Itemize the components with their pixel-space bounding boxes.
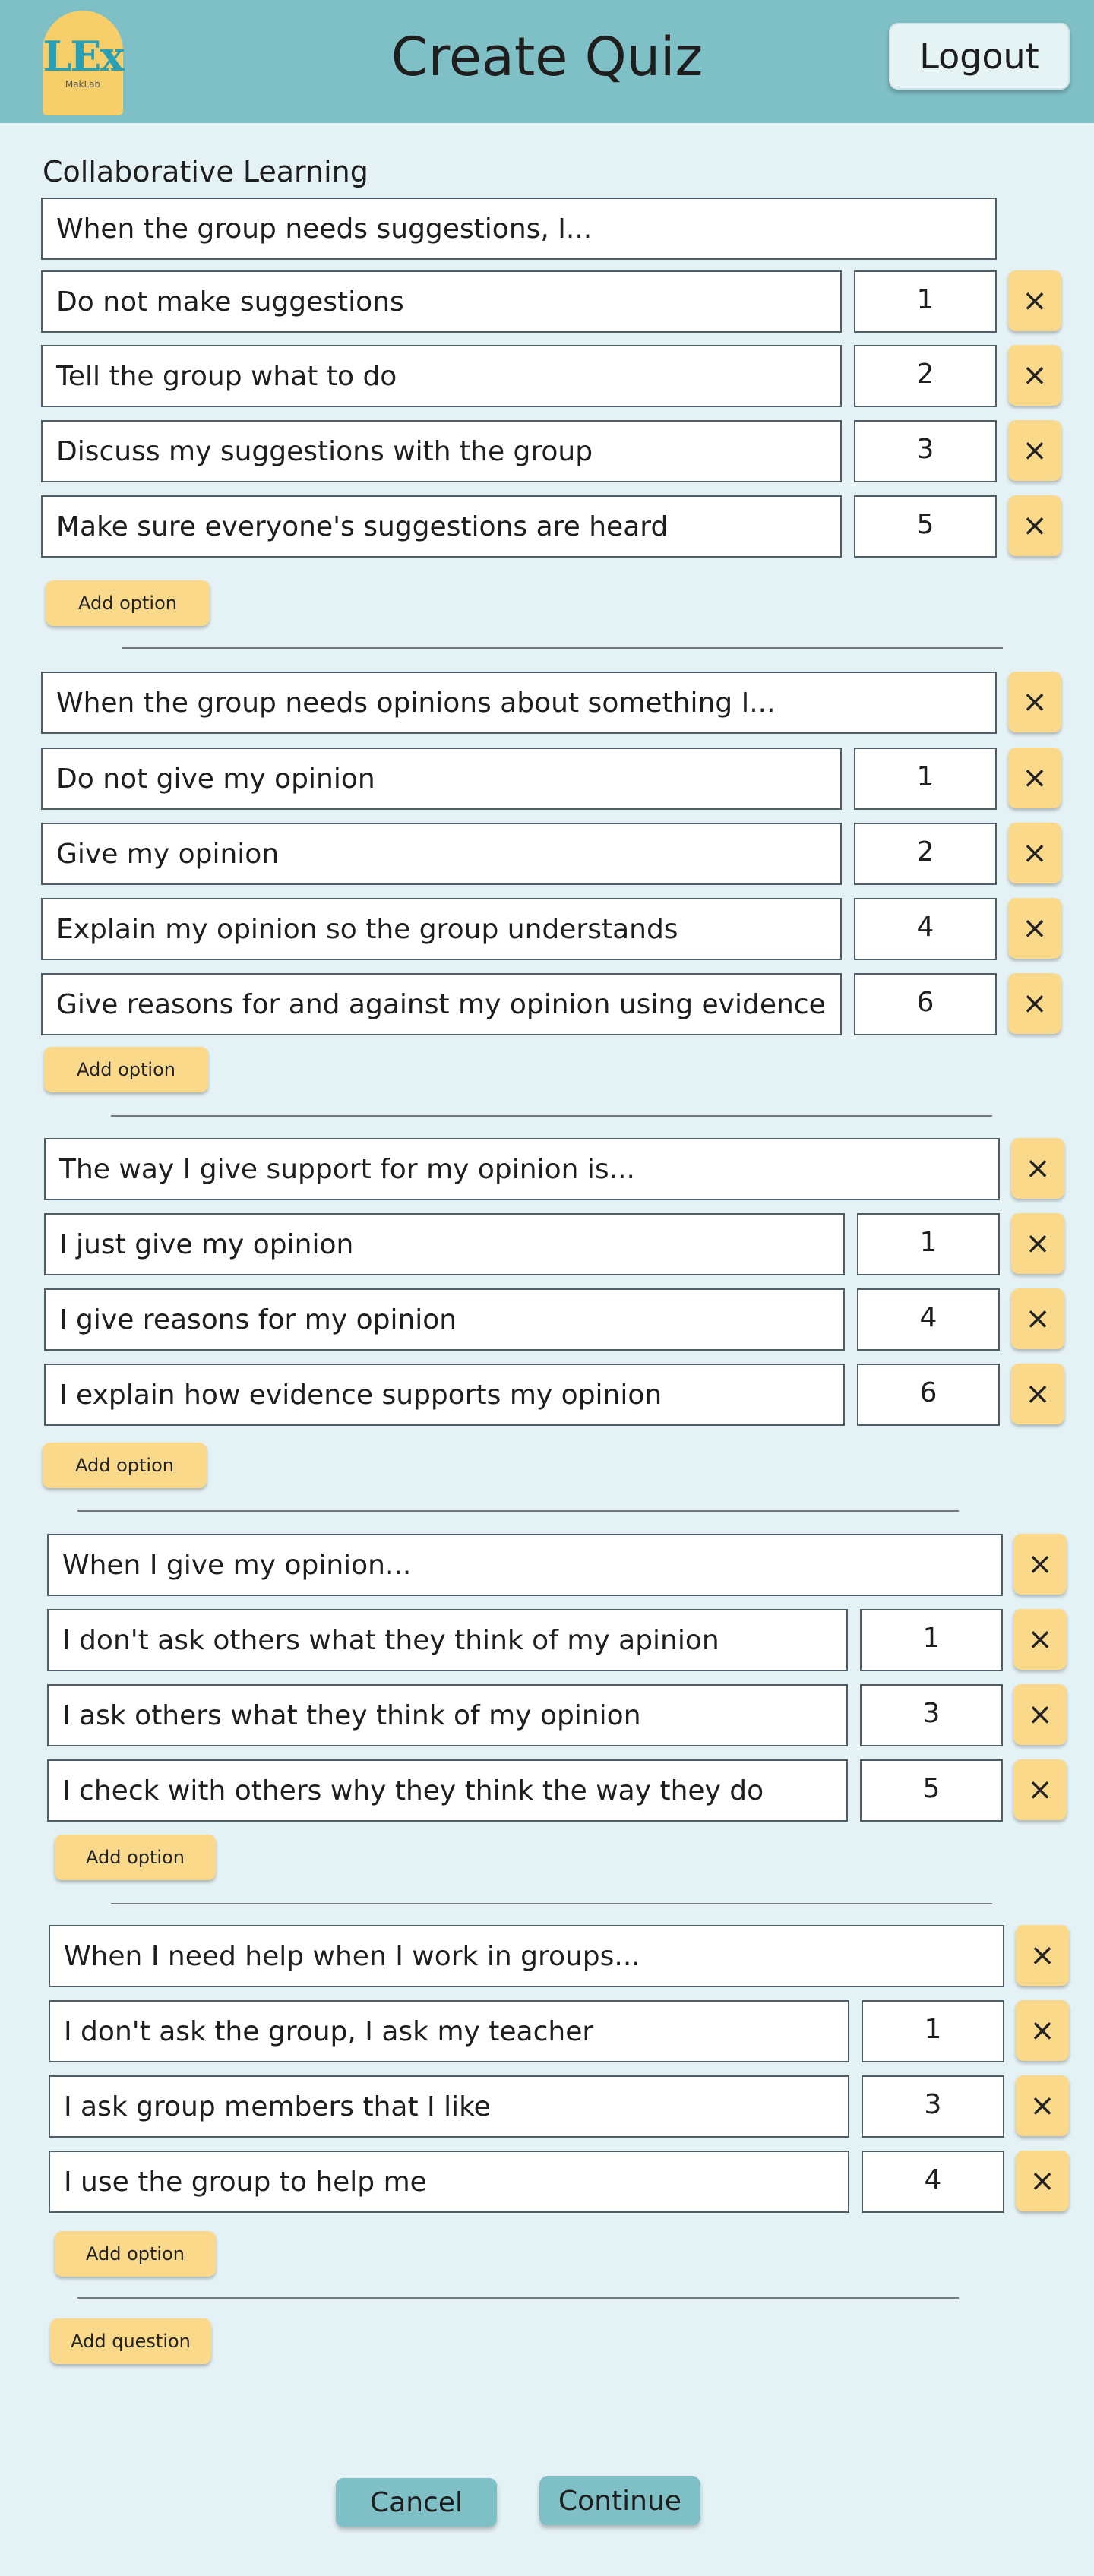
close-icon: × — [1029, 1938, 1055, 1973]
close-icon: × — [1022, 760, 1048, 795]
divider — [111, 1115, 992, 1117]
section-label: Collaborative Learning — [43, 155, 368, 188]
score-input[interactable]: 5 — [860, 1759, 1003, 1822]
delete-question-button[interactable]: × — [1008, 672, 1061, 732]
score-input[interactable]: 4 — [862, 2151, 1004, 2213]
add-option-button[interactable]: Add option — [46, 580, 210, 626]
add-option-button[interactable]: Add option — [55, 1835, 216, 1880]
delete-option-button[interactable]: × — [1008, 270, 1061, 331]
score-input[interactable]: 1 — [862, 2000, 1004, 2062]
delete-option-button[interactable]: × — [1011, 1288, 1064, 1349]
close-icon: × — [1025, 1377, 1051, 1411]
option-input[interactable]: Tell the group what to do — [41, 345, 842, 407]
score-input[interactable]: 2 — [854, 345, 997, 407]
close-icon: × — [1027, 1772, 1053, 1807]
divider — [111, 1903, 992, 1904]
delete-option-button[interactable]: × — [1016, 2151, 1069, 2211]
delete-option-button[interactable]: × — [1008, 420, 1061, 481]
close-icon: × — [1022, 911, 1048, 946]
close-icon: × — [1025, 1226, 1051, 1261]
close-icon: × — [1029, 2088, 1055, 2123]
divider — [77, 1510, 959, 1512]
score-input[interactable]: 1 — [860, 1609, 1003, 1671]
option-input[interactable]: Do not make suggestions — [41, 270, 842, 333]
delete-option-button[interactable]: × — [1008, 495, 1061, 556]
close-icon: × — [1025, 1301, 1051, 1336]
close-icon: × — [1027, 1622, 1053, 1657]
close-icon: × — [1022, 836, 1048, 871]
option-input[interactable]: I use the group to help me — [49, 2151, 849, 2213]
score-input[interactable]: 4 — [854, 898, 997, 960]
delete-option-button[interactable]: × — [1008, 898, 1061, 959]
option-input[interactable]: I check with others why they think the w… — [47, 1759, 848, 1822]
delete-option-button[interactable]: × — [1016, 2000, 1069, 2061]
close-icon: × — [1022, 508, 1048, 543]
delete-option-button[interactable]: × — [1011, 1364, 1064, 1424]
close-icon: × — [1022, 283, 1048, 318]
option-input[interactable]: I ask others what they think of my opini… — [47, 1684, 848, 1746]
question-input[interactable]: When the group needs suggestions, I... — [41, 198, 997, 260]
close-icon: × — [1027, 1547, 1053, 1582]
option-input[interactable]: I don't ask others what they think of my… — [47, 1609, 848, 1671]
delete-option-button[interactable]: × — [1008, 748, 1061, 808]
option-input[interactable]: Give reasons for and against my opinion … — [41, 973, 842, 1035]
close-icon: × — [1022, 986, 1048, 1021]
delete-option-button[interactable]: × — [1016, 2075, 1069, 2136]
delete-option-button[interactable]: × — [1008, 973, 1061, 1034]
close-icon: × — [1029, 2013, 1055, 2048]
add-question-button[interactable]: Add question — [50, 2318, 211, 2364]
close-icon: × — [1027, 1697, 1053, 1732]
add-option-button[interactable]: Add option — [55, 2231, 216, 2277]
delete-option-button[interactable]: × — [1013, 1759, 1067, 1820]
option-input[interactable]: Explain my opinion so the group understa… — [41, 898, 842, 960]
close-icon: × — [1022, 433, 1048, 468]
option-input[interactable]: Do not give my opinion — [41, 748, 842, 810]
add-option-button[interactable]: Add option — [44, 1047, 208, 1092]
score-input[interactable]: 1 — [857, 1213, 1000, 1275]
close-icon: × — [1022, 358, 1048, 393]
close-icon: × — [1022, 684, 1048, 719]
option-input[interactable]: I don't ask the group, I ask my teacher — [49, 2000, 849, 2062]
option-input[interactable]: I explain how evidence supports my opini… — [44, 1364, 845, 1426]
option-input[interactable]: Make sure everyone's suggestions are hea… — [41, 495, 842, 558]
score-input[interactable]: 3 — [862, 2075, 1004, 2138]
delete-question-button[interactable]: × — [1013, 1534, 1067, 1595]
score-input[interactable]: 1 — [854, 270, 997, 333]
add-option-button[interactable]: Add option — [43, 1443, 207, 1488]
close-icon: × — [1029, 2164, 1055, 2198]
score-input[interactable]: 2 — [854, 823, 997, 885]
score-input[interactable]: 1 — [854, 748, 997, 810]
delete-option-button[interactable]: × — [1013, 1609, 1067, 1670]
score-input[interactable]: 3 — [854, 420, 997, 482]
delete-question-button[interactable]: × — [1011, 1138, 1064, 1199]
cancel-button[interactable]: Cancel — [336, 2478, 497, 2527]
score-input[interactable]: 6 — [857, 1364, 1000, 1426]
score-input[interactable]: 6 — [854, 973, 997, 1035]
option-input[interactable]: Give my opinion — [41, 823, 842, 885]
close-icon: × — [1025, 1151, 1051, 1186]
option-input[interactable]: I ask group members that I like — [49, 2075, 849, 2138]
divider — [77, 2297, 959, 2299]
divider — [122, 647, 1003, 649]
delete-option-button[interactable]: × — [1008, 345, 1061, 406]
score-input[interactable]: 3 — [860, 1684, 1003, 1746]
question-input[interactable]: When I give my opinion... — [47, 1534, 1003, 1596]
delete-option-button[interactable]: × — [1011, 1213, 1064, 1274]
question-input[interactable]: The way I give support for my opinion is… — [44, 1138, 1000, 1200]
option-input[interactable]: I just give my opinion — [44, 1213, 845, 1275]
question-input[interactable]: When the group needs opinions about some… — [41, 672, 997, 734]
continue-button[interactable]: Continue — [539, 2476, 700, 2525]
option-input[interactable]: I give reasons for my opinion — [44, 1288, 845, 1351]
question-input[interactable]: When I need help when I work in groups..… — [49, 1925, 1004, 1987]
delete-option-button[interactable]: × — [1013, 1684, 1067, 1745]
option-input[interactable]: Discuss my suggestions with the group — [41, 420, 842, 482]
score-input[interactable]: 4 — [857, 1288, 1000, 1351]
header-bar: LEx MakLab Create Quiz Logout — [0, 0, 1094, 123]
delete-option-button[interactable]: × — [1008, 823, 1061, 883]
score-input[interactable]: 5 — [854, 495, 997, 558]
delete-question-button[interactable]: × — [1016, 1925, 1069, 1986]
logout-button[interactable]: Logout — [889, 23, 1070, 90]
